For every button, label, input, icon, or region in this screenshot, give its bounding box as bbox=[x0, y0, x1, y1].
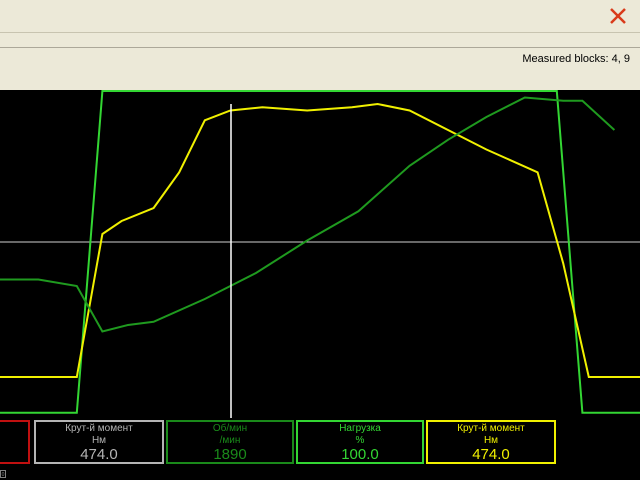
gauge-value: 1890 bbox=[213, 446, 247, 463]
series-line-1 bbox=[0, 102, 640, 378]
gauge-label: Крут-й момент bbox=[457, 423, 525, 434]
gauge-panel: Крут-й момент Нм 474.0 Об/мин /мин 1890 … bbox=[0, 418, 640, 480]
gauge-value: 100.0 bbox=[341, 446, 379, 463]
series-line-0 bbox=[0, 90, 640, 414]
plot-area[interactable] bbox=[0, 90, 640, 418]
gauge-rpm[interactable]: Об/мин /мин 1890 bbox=[166, 420, 294, 464]
gauge-label: Об/мин bbox=[212, 423, 248, 434]
gauge-unit: /мин bbox=[219, 435, 241, 446]
chart-svg[interactable] bbox=[0, 90, 640, 418]
title-bar bbox=[0, 0, 640, 33]
gauge-torque-gray[interactable]: Крут-й момент Нм 474.0 bbox=[34, 420, 164, 464]
gauge-torque-yellow[interactable]: Крут-й момент Нм 474.0 bbox=[426, 420, 556, 464]
gauge-value: 474.0 bbox=[80, 446, 118, 463]
gauge-unit: Нм bbox=[91, 435, 107, 446]
corner-indicator: 0 bbox=[0, 470, 6, 478]
toolbar bbox=[0, 33, 640, 48]
gauge-hidden[interactable] bbox=[0, 420, 30, 464]
close-button[interactable] bbox=[606, 4, 630, 28]
gauge-load[interactable]: Нагрузка % 100.0 bbox=[296, 420, 424, 464]
measured-blocks-label: Measured blocks: 4, 9 bbox=[522, 53, 630, 65]
info-bar: Measured blocks: 4, 9 bbox=[0, 48, 640, 91]
gauge-value: 474.0 bbox=[472, 446, 510, 463]
close-icon bbox=[610, 8, 626, 24]
gauge-label: Нагрузка bbox=[339, 423, 381, 434]
gauge-label: Крут-й момент bbox=[65, 423, 133, 434]
gauge-unit: Нм bbox=[483, 435, 499, 446]
gauge-unit: % bbox=[355, 435, 365, 446]
